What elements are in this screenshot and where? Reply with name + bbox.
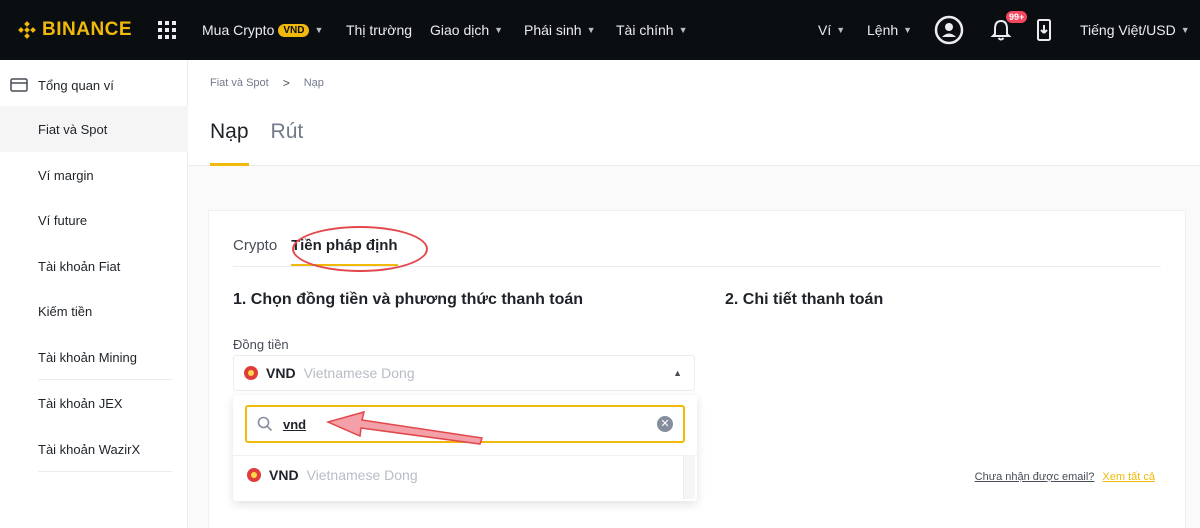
sidebar-item-fiat-spot[interactable]: Fiat và Spot: [0, 106, 188, 152]
currency-option[interactable]: VND Vietnamese Dong: [233, 456, 681, 494]
breadcrumb-current: Nạp: [303, 77, 324, 89]
option-currency-code: VND: [269, 467, 299, 483]
sidebar-item-wallet-overview[interactable]: Tổng quan ví: [0, 62, 188, 108]
sidebar-item-label: Ví future: [38, 212, 88, 228]
sidebar-item-label: Kiếm tiền: [38, 303, 93, 319]
page-header: Fiat và Spot > Nạp Nạp Rút: [188, 60, 1200, 166]
logo-text: BINANCE: [42, 19, 133, 40]
nav-buy-crypto[interactable]: Mua Crypto VND ▼: [202, 0, 323, 60]
nav-derivatives[interactable]: Phái sinh ▼: [524, 0, 596, 60]
nav-finance-label: Tài chính: [616, 22, 674, 38]
page-tabs: Nạp Rút: [210, 120, 325, 166]
language-currency-selector[interactable]: Tiếng Việt/USD ▼: [1080, 0, 1190, 60]
binance-logo[interactable]: BINANCE: [18, 0, 132, 60]
email-not-received-link[interactable]: Chưa nhận được email?: [975, 471, 1095, 483]
currency-label: Đồng tiền: [233, 337, 289, 352]
sidebar-item-label: Tài khoản JEX: [38, 395, 123, 411]
option-currency-name: Vietnamese Dong: [306, 467, 418, 483]
step2-title: 2. Chi tiết thanh toán: [725, 291, 884, 308]
tab-crypto[interactable]: Crypto: [233, 237, 277, 266]
nav-finance[interactable]: Tài chính ▼: [616, 0, 688, 60]
caret-up-icon: ▲: [673, 368, 682, 378]
sidebar-item-mining[interactable]: Tài khoản Mining: [0, 334, 188, 380]
wallet-sidebar: Tổng quan ví Fiat và Spot Ví margin Ví f…: [0, 60, 188, 528]
vnd-badge: VND: [278, 23, 310, 37]
binance-logo-icon: [18, 21, 36, 39]
download-app-button[interactable]: [1035, 0, 1053, 60]
pointer-arrow-icon: [325, 410, 483, 445]
sidebar-item-jex[interactable]: Tài khoản JEX: [0, 380, 188, 426]
nav-orders-label: Lệnh: [867, 22, 899, 38]
sidebar-item-label: Tài khoản WazirX: [38, 441, 141, 457]
wallet-icon: [10, 78, 28, 92]
caret-down-icon: ▼: [586, 25, 596, 35]
step1-title: 1. Chọn đồng tiền và phương thức thanh t…: [233, 291, 584, 308]
sidebar-item-wazirx[interactable]: Tài khoản WazirX: [0, 426, 188, 472]
nav-buy-crypto-label: Mua Crypto: [202, 22, 275, 38]
tab-deposit[interactable]: Nạp: [210, 120, 249, 166]
nav-trade-label: Giao dịch: [430, 22, 490, 38]
selected-currency-code: VND: [266, 365, 296, 381]
nav-orders[interactable]: Lệnh ▼: [867, 0, 912, 60]
apps-grid-button[interactable]: [158, 0, 176, 60]
caret-down-icon: ▼: [494, 25, 504, 35]
tab-withdraw[interactable]: Rút: [271, 120, 304, 166]
top-navbar: BINANCE Mua Crypto VND ▼ Thị trường Giao…: [0, 0, 1200, 60]
nav-derivatives-label: Phái sinh: [524, 22, 582, 38]
user-icon: [934, 15, 964, 45]
caret-down-icon: ▼: [314, 25, 324, 35]
grid-icon: [158, 21, 176, 39]
dropdown-scrollbar[interactable]: [683, 455, 695, 499]
notifications-button[interactable]: [986, 0, 1016, 60]
vnd-coin-icon: [247, 468, 261, 482]
phone-icon: [1037, 19, 1051, 41]
nav-wallet[interactable]: Ví ▼: [818, 0, 845, 60]
nav-markets[interactable]: Thị trường: [346, 0, 412, 60]
caret-down-icon: ▼: [1180, 25, 1190, 35]
sidebar-item-futures[interactable]: Ví future: [0, 197, 188, 243]
account-button[interactable]: [934, 0, 964, 60]
notification-count-badge: 99+: [1006, 11, 1028, 23]
caret-down-icon: ▼: [678, 25, 688, 35]
caret-down-icon: ▼: [836, 25, 846, 35]
breadcrumb-parent-link[interactable]: Fiat và Spot: [210, 77, 269, 89]
sidebar-item-margin[interactable]: Ví margin: [0, 152, 188, 198]
search-icon: [257, 416, 273, 432]
sidebar-item-label: Fiat và Spot: [38, 121, 108, 137]
highlight-ring: [292, 226, 428, 272]
sidebar-item-fiat-account[interactable]: Tài khoản Fiat: [0, 243, 188, 289]
search-input-value: vnd: [283, 417, 307, 432]
sidebar-item-label: Tổng quan ví: [38, 77, 114, 93]
sidebar-item-label: Tài khoản Mining: [38, 349, 137, 365]
breadcrumb: Fiat và Spot > Nạp: [210, 76, 324, 90]
nav-markets-label: Thị trường: [346, 22, 413, 38]
nav-trade[interactable]: Giao dịch ▼: [430, 0, 503, 60]
caret-down-icon: ▼: [903, 25, 913, 35]
nav-wallet-label: Ví: [818, 22, 832, 38]
sidebar-item-label: Tài khoản Fiat: [38, 258, 121, 274]
view-all-link[interactable]: Xem tất cả: [1102, 471, 1155, 483]
sidebar-item-earn[interactable]: Kiếm tiền: [0, 288, 188, 334]
vnd-coin-icon: [244, 366, 258, 380]
clear-icon[interactable]: ✕: [657, 416, 673, 432]
sidebar-item-label: Ví margin: [38, 167, 94, 183]
language-currency-label: Tiếng Việt/USD: [1080, 22, 1176, 38]
selected-currency-name: Vietnamese Dong: [303, 365, 415, 381]
currency-select[interactable]: VND Vietnamese Dong ▲: [233, 355, 695, 391]
sidebar-divider: [38, 471, 172, 472]
email-help-links: Chưa nhận được email? Xem tất cả: [975, 471, 1155, 483]
breadcrumb-separator-icon: >: [282, 76, 290, 90]
